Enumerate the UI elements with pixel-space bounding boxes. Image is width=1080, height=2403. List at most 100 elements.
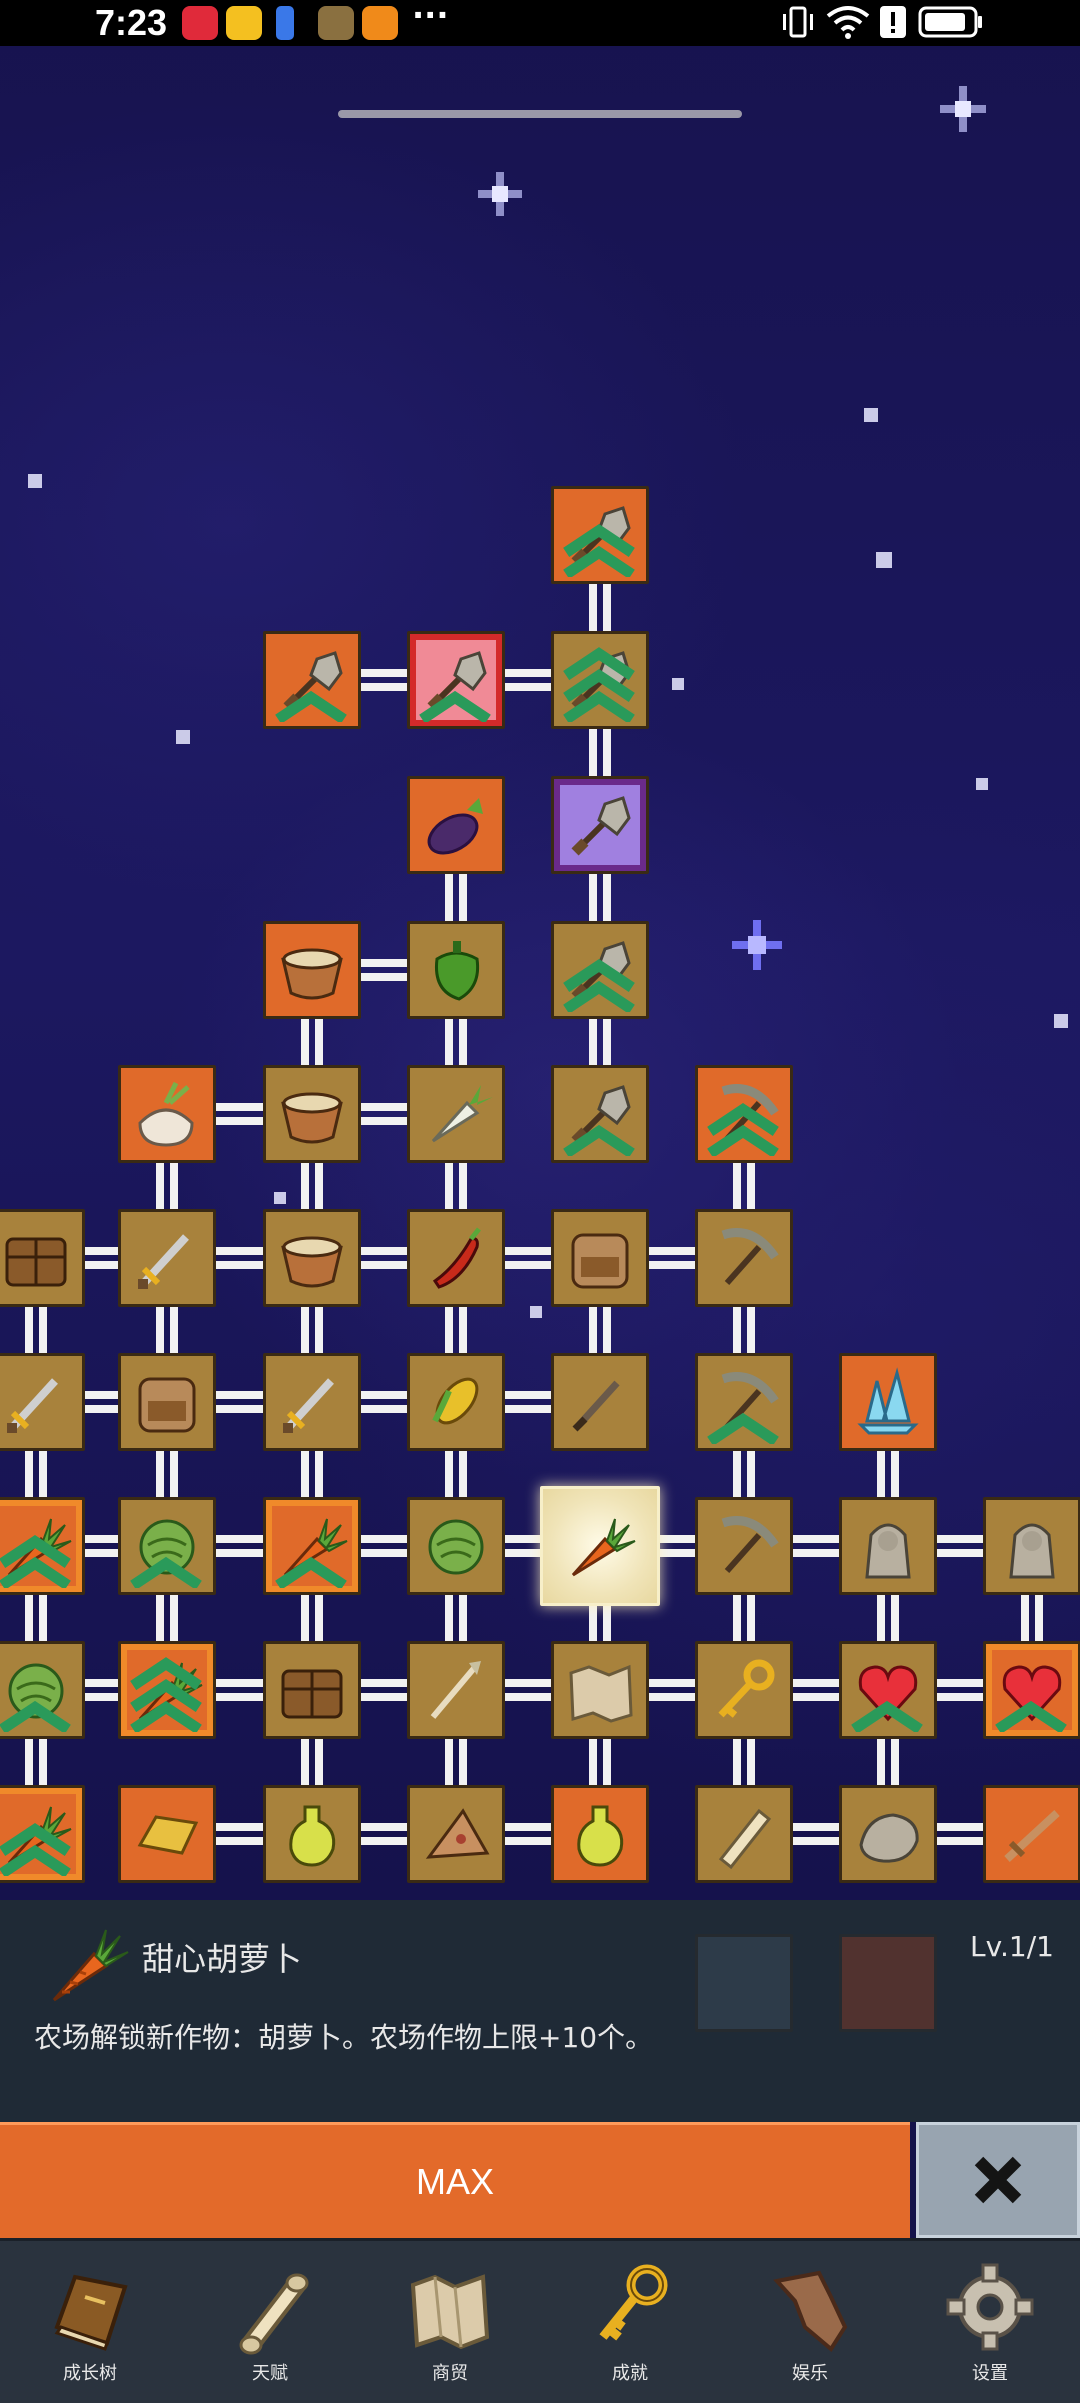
skill-node-pepper[interactable] xyxy=(407,921,505,1019)
tree-link xyxy=(933,1837,987,1845)
tree-link xyxy=(170,1159,178,1213)
tree-link xyxy=(789,1693,843,1701)
skill-node-cabbage[interactable] xyxy=(407,1497,505,1595)
skill-node-dagger[interactable] xyxy=(551,1353,649,1451)
tree-link xyxy=(789,1837,843,1845)
skill-node-chili[interactable] xyxy=(407,1209,505,1307)
skill-node-crystal[interactable] xyxy=(839,1353,937,1451)
skill-node-chest[interactable] xyxy=(263,1641,361,1739)
skill-node-potion[interactable] xyxy=(263,1785,361,1883)
skill-node-sword[interactable] xyxy=(0,1353,85,1451)
gear-icon xyxy=(946,2263,1034,2351)
tree-link xyxy=(445,1015,453,1069)
skill-node-shovel[interactable] xyxy=(551,1065,649,1163)
skill-node-pickaxe[interactable] xyxy=(695,1497,793,1595)
upgrade-arrow-icon xyxy=(563,1124,635,1156)
skill-node-shovel[interactable] xyxy=(551,921,649,1019)
upgrade-arrow-icon xyxy=(419,690,491,722)
skill-node-eggplant[interactable] xyxy=(407,776,505,874)
skill-node-stick[interactable] xyxy=(983,1785,1080,1883)
max-button[interactable]: MAX xyxy=(0,2122,910,2238)
skill-node-heart[interactable] xyxy=(839,1641,937,1739)
nav-settings[interactable]: 设置 xyxy=(900,2241,1080,2403)
status-time: 7:23 xyxy=(95,2,168,43)
nav-label: 商贸 xyxy=(432,2363,468,2384)
tree-link xyxy=(357,973,411,981)
skill-node-heart[interactable] xyxy=(983,1641,1080,1739)
upgrade-arrow-icon xyxy=(851,1700,923,1732)
crystal-icon xyxy=(857,1367,919,1435)
skill-node-carrot[interactable] xyxy=(263,1497,361,1595)
skill-node-sword[interactable] xyxy=(118,1209,216,1307)
star xyxy=(864,408,878,422)
skill-node-carrot[interactable] xyxy=(0,1497,85,1595)
tree-link xyxy=(747,1303,755,1357)
skill-node-pot[interactable] xyxy=(263,921,361,1019)
skill-node-cabbage[interactable] xyxy=(118,1497,216,1595)
tree-link xyxy=(212,1261,267,1269)
skill-node-radish[interactable] xyxy=(407,1065,505,1163)
tree-link xyxy=(501,669,555,677)
tree-link xyxy=(501,1823,555,1831)
skill-node-chest[interactable] xyxy=(0,1209,85,1307)
star xyxy=(1054,1014,1068,1028)
tree-link xyxy=(357,959,411,967)
skill-node-backpack[interactable] xyxy=(551,1209,649,1307)
tree-link xyxy=(156,1447,164,1501)
skill-node-carrot[interactable] xyxy=(540,1486,660,1606)
skill-node-carrot[interactable] xyxy=(0,1785,85,1883)
skill-node-corn[interactable] xyxy=(407,1353,505,1451)
skill-node-backpack[interactable] xyxy=(118,1353,216,1451)
nav-entertainment[interactable]: 娱乐 xyxy=(720,2241,900,2403)
skill-node-sword[interactable] xyxy=(263,1353,361,1451)
skill-node-shovel[interactable] xyxy=(407,631,505,729)
nav-label: 成长树 xyxy=(63,2363,117,2384)
nav-talent[interactable]: 天赋 xyxy=(180,2241,360,2403)
skill-node-shovel[interactable] xyxy=(551,776,649,874)
tree-link xyxy=(933,1679,987,1687)
skill-node-stone[interactable] xyxy=(839,1785,937,1883)
tree-link xyxy=(459,1303,467,1357)
skill-node-shovel[interactable] xyxy=(263,631,361,729)
skill-level: Lv.1/1 xyxy=(970,1930,1054,1963)
close-button[interactable] xyxy=(916,2122,1080,2238)
skill-node-cabbage[interactable] xyxy=(0,1641,85,1739)
drag-handle[interactable] xyxy=(338,110,742,118)
nav-growth-tree[interactable]: 成长树 xyxy=(0,2241,180,2403)
upgrade-arrow-icon xyxy=(563,958,635,1012)
skill-node-potion[interactable] xyxy=(551,1785,649,1883)
pickaxe-icon xyxy=(721,1228,779,1285)
nav-label: 设置 xyxy=(972,2363,1008,2384)
tree-link xyxy=(315,1159,323,1213)
skill-node-shovel[interactable] xyxy=(551,631,649,729)
upgrade-arrow-icon xyxy=(0,1822,71,1876)
sparkle-icon xyxy=(940,86,986,132)
map-icon xyxy=(410,2274,490,2350)
tree-link xyxy=(357,1837,411,1845)
skill-node-pickaxe[interactable] xyxy=(695,1353,793,1451)
nav-achievement[interactable]: 成就 xyxy=(540,2241,720,2403)
skill-node-mapbook[interactable] xyxy=(551,1641,649,1739)
skill-node-spear[interactable] xyxy=(407,1641,505,1739)
huawei-app-icon xyxy=(182,6,218,40)
skill-node-pickaxe[interactable] xyxy=(695,1209,793,1307)
skill-node-scroll[interactable] xyxy=(695,1785,793,1883)
tree-link xyxy=(212,1247,267,1255)
skill-node-pot[interactable] xyxy=(263,1209,361,1307)
tree-link xyxy=(589,725,597,780)
skill-node-garlic[interactable] xyxy=(118,1065,216,1163)
tree-link xyxy=(501,1693,555,1701)
skill-node-pizza[interactable] xyxy=(407,1785,505,1883)
skill-node-pickaxe[interactable] xyxy=(695,1065,793,1163)
skill-node-gold[interactable] xyxy=(118,1785,216,1883)
skill-node-pot[interactable] xyxy=(263,1065,361,1163)
sword-icon xyxy=(283,1378,334,1433)
tree-link xyxy=(315,1735,323,1789)
skill-node-statue[interactable] xyxy=(839,1497,937,1595)
skill-node-statue[interactable] xyxy=(983,1497,1080,1595)
nav-trade[interactable]: 商贸 xyxy=(360,2241,540,2403)
tree-link xyxy=(1035,1591,1043,1645)
skill-node-key[interactable] xyxy=(695,1641,793,1739)
skill-node-shovel[interactable] xyxy=(551,486,649,584)
skill-node-carrot[interactable] xyxy=(118,1641,216,1739)
